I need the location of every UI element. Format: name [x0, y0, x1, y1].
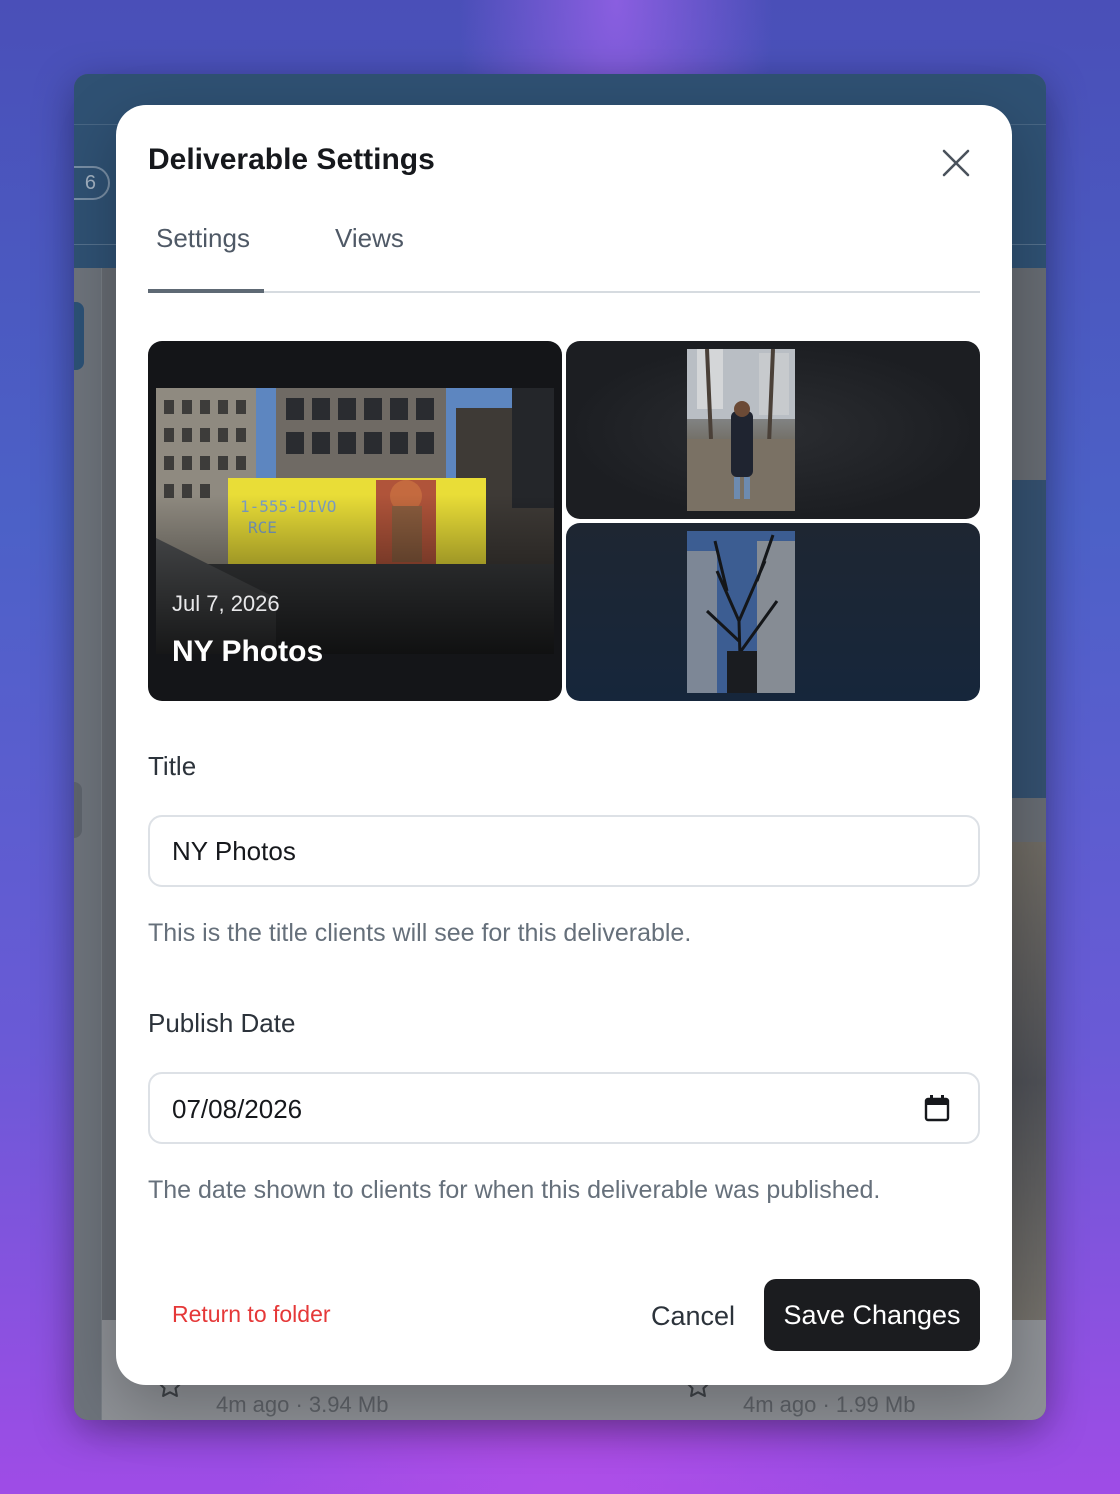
deliverable-preview: 1-555-DIVO RCE Jul 7, 2026 NY Photos	[148, 341, 980, 701]
preview-date: Jul 7, 2026	[172, 591, 280, 616]
file-meta: 4m ago · 3.94 Mb	[216, 1392, 389, 1417]
tab-views[interactable]: Views	[335, 223, 404, 254]
publish-date-input[interactable]: 07/08/2026	[148, 1072, 980, 1144]
tab-settings[interactable]: Settings	[156, 223, 250, 254]
thumbnail-photo	[687, 349, 795, 511]
save-changes-button[interactable]: Save Changes	[764, 1279, 980, 1351]
publish-date-label: Publish Date	[148, 1008, 296, 1038]
left-rail	[74, 268, 102, 1420]
return-to-folder-link[interactable]: Return to folder	[172, 1301, 331, 1328]
tab-bar: Settings Views	[148, 213, 980, 293]
background-photo	[1012, 842, 1046, 1322]
close-icon	[942, 149, 970, 177]
rail-tab	[74, 782, 82, 838]
deliverable-settings-dialog: Deliverable Settings Settings Views Jul …	[116, 105, 1012, 1385]
close-button[interactable]	[936, 143, 976, 183]
preview-title: NY Photos	[172, 635, 324, 668]
cancel-button[interactable]: Cancel	[628, 1281, 758, 1351]
publish-date-value: 07/08/2026	[172, 1094, 303, 1124]
dialog-title: Deliverable Settings	[148, 143, 435, 176]
active-tab-indicator	[148, 289, 264, 293]
cover-tile: 1-555-DIVO RCE Jul 7, 2026 NY Photos	[148, 341, 562, 701]
file-meta: 4m ago · 1.99 Mb	[743, 1392, 916, 1417]
calendar-icon[interactable]	[924, 1094, 950, 1122]
thumbnail-photo	[687, 531, 795, 693]
title-help-text: This is the title clients will see for t…	[148, 919, 692, 947]
background-panel	[1006, 480, 1046, 798]
publish-date-help-text: The date shown to clients for when this …	[148, 1176, 881, 1204]
count-badge: 6	[74, 166, 110, 200]
title-label: Title	[148, 751, 197, 781]
rail-active-tab	[74, 302, 84, 370]
title-input[interactable]	[148, 815, 980, 887]
